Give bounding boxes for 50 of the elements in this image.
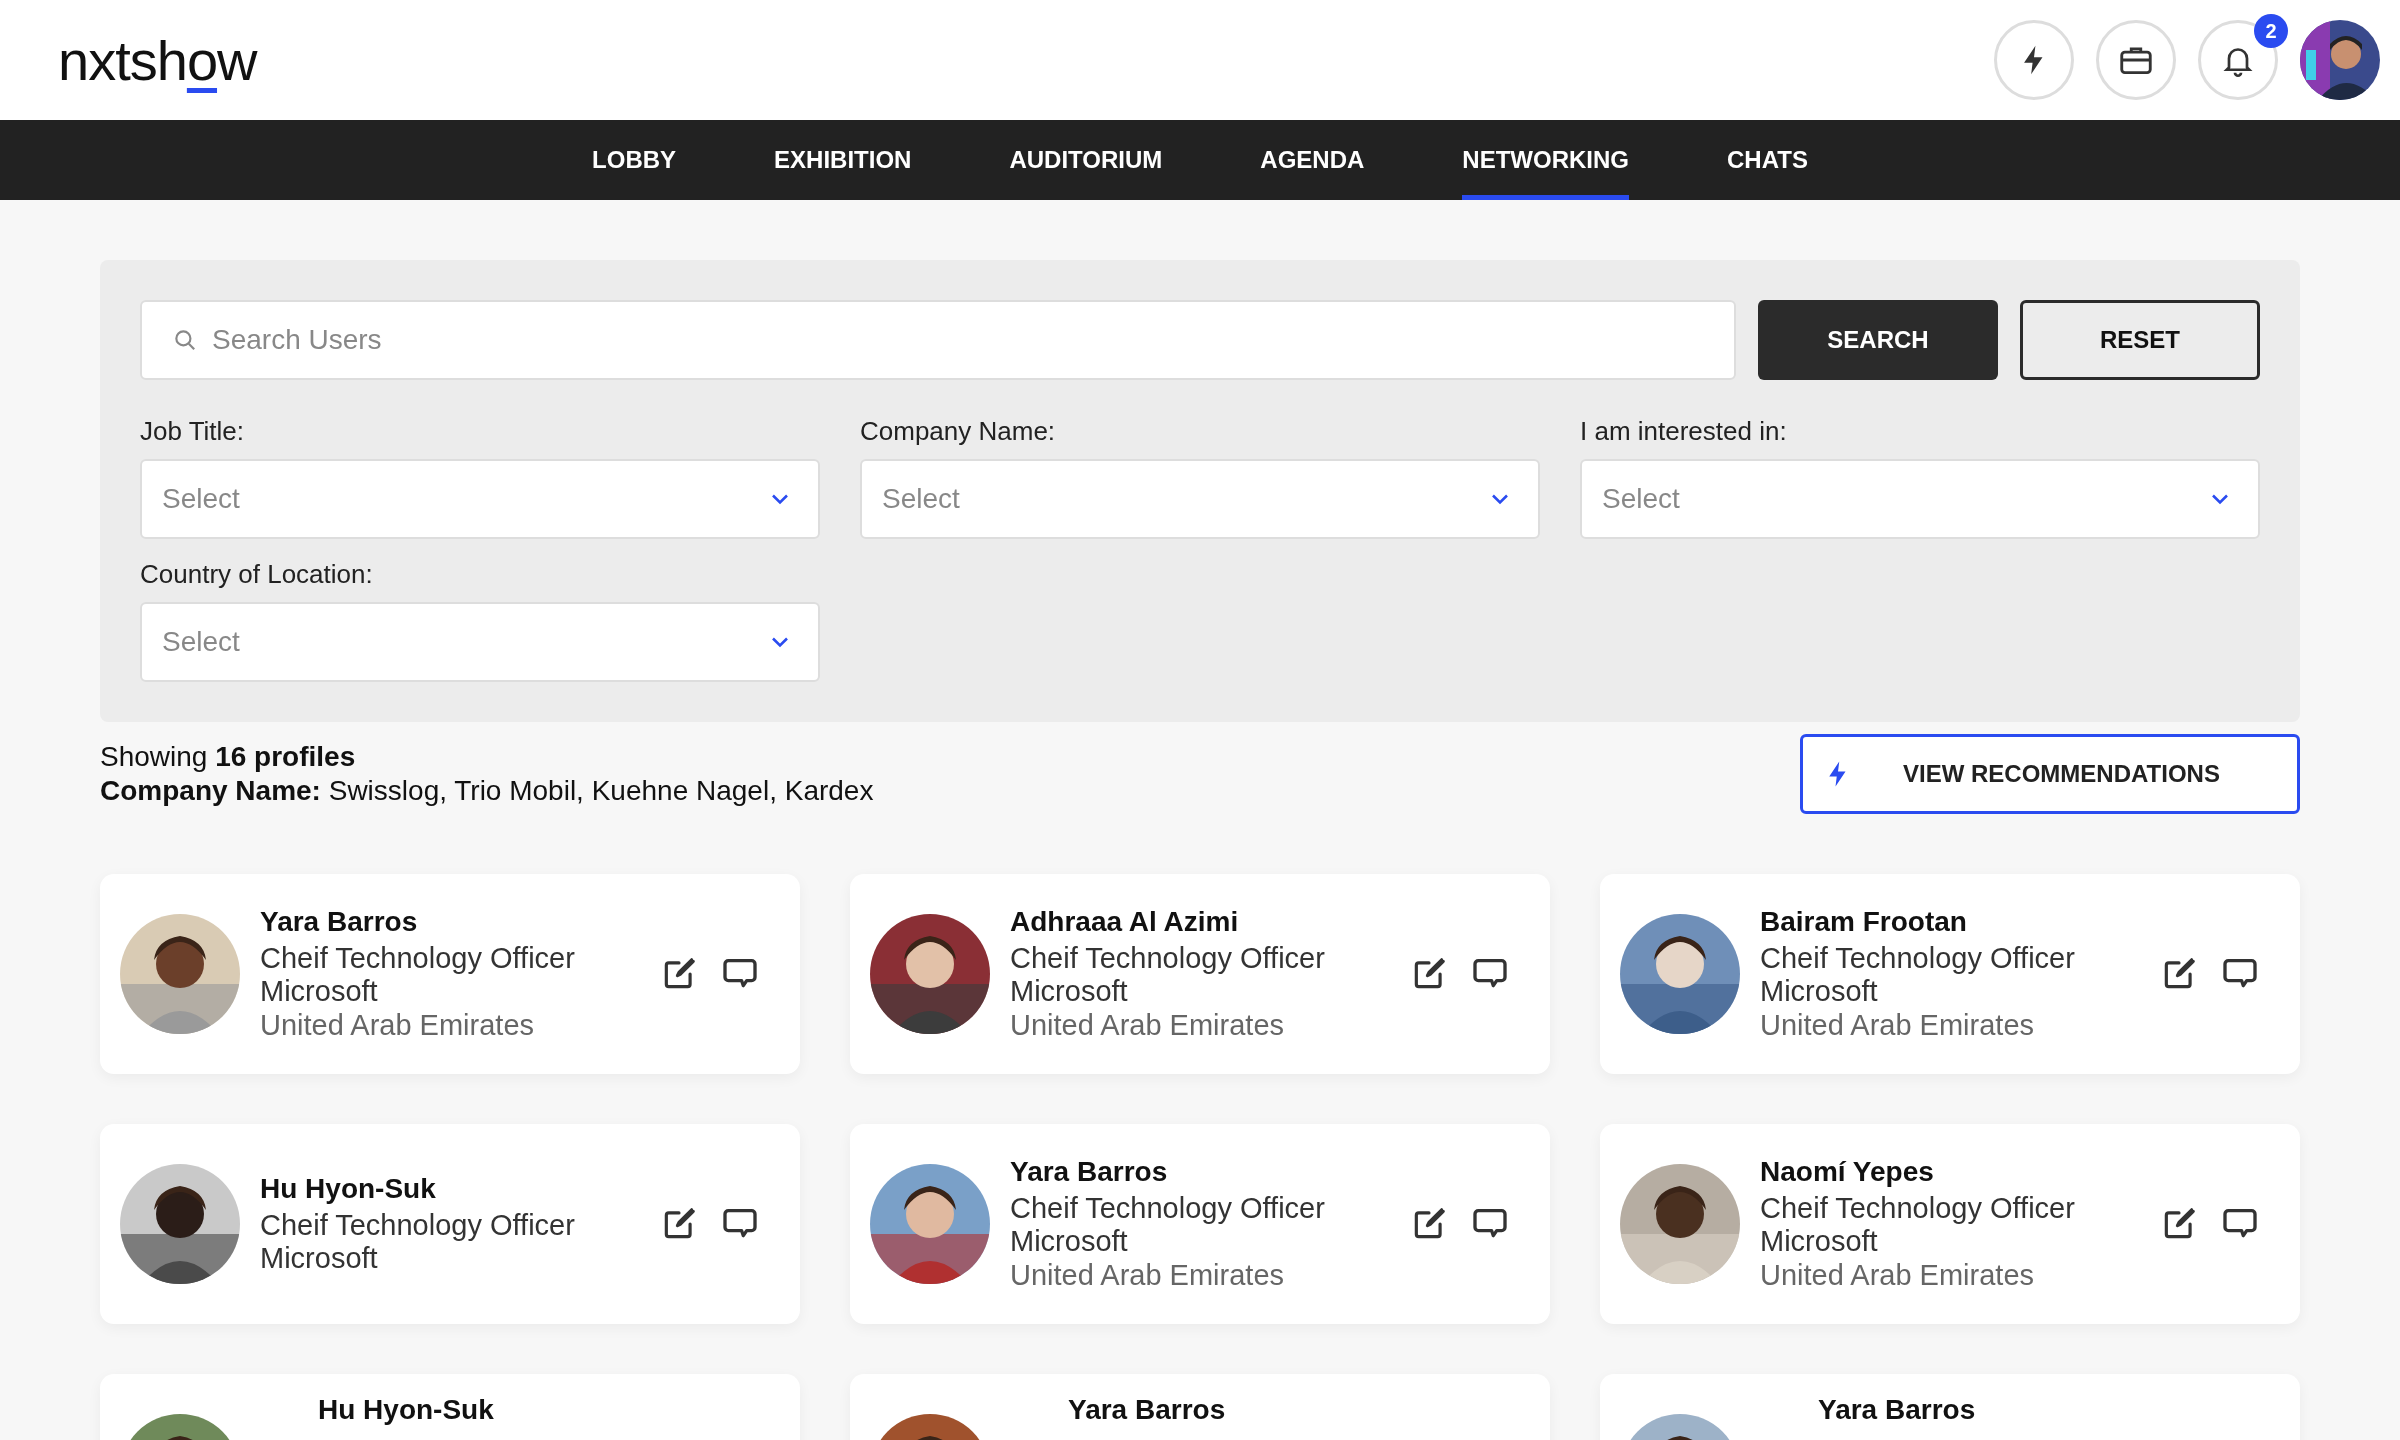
select-dropdown[interactable]: Select [140, 602, 820, 682]
profile-name[interactable]: Hu Hyon-Suk [318, 1394, 494, 1426]
company-name: Microsoft [260, 975, 378, 1009]
nav-tab[interactable]: AGENDA [1260, 120, 1365, 200]
filter-label: I am interested in: [1580, 416, 1788, 447]
location: United Arab Emirates [1760, 1008, 2034, 1042]
results-count: Showing 16 profiles [100, 741, 357, 773]
location: United Arab Emirates [260, 1008, 534, 1042]
select-dropdown[interactable]: Select [140, 459, 820, 539]
search-input[interactable]: Search Users [210, 323, 1704, 357]
location: United Arab Emirates [1010, 1258, 1284, 1292]
nav-tab[interactable]: AUDITORIUM [1009, 120, 1163, 200]
reset-button[interactable]: RESET [2020, 300, 2260, 380]
recommendations-button[interactable]: VIEW RECOMMENDATIONS [1800, 734, 2300, 814]
select-dropdown[interactable]: Select [1580, 459, 2260, 539]
nav-tab[interactable]: EXHIBITION [774, 120, 912, 200]
job-title: Cheif Technology Officer [260, 942, 575, 976]
filter-label: Job Title: [140, 416, 246, 447]
profile-name[interactable]: Yara Barros [1818, 1394, 1976, 1426]
search-icon [172, 327, 198, 353]
profile-name[interactable]: Yara Barros [1010, 1156, 1168, 1188]
location: United Arab Emirates [1010, 1008, 1284, 1042]
job-title: Cheif Technology Officer [1010, 942, 1325, 976]
select-dropdown[interactable]: Select [860, 459, 1540, 539]
job-title: Cheif Technology Officer [1010, 1192, 1325, 1226]
filter-label: Company Name: [860, 416, 1057, 447]
profile-name[interactable]: Adhraaa Al Azimi [1010, 906, 1239, 938]
company-name: Microsoft [1010, 975, 1128, 1009]
company-name: Microsoft [1760, 1225, 1878, 1259]
profile-name[interactable]: Naomí Yepes [1760, 1156, 1934, 1188]
logo[interactable]: nxtshow [58, 27, 257, 93]
nav-tab[interactable]: CHATS [1727, 120, 1808, 200]
search-button[interactable]: SEARCH [1758, 300, 1998, 380]
profile-name[interactable]: Yara Barros [1068, 1394, 1226, 1426]
company-name: Microsoft [260, 1242, 378, 1276]
company-name: Microsoft [1010, 1225, 1128, 1259]
notification-badge: 2 [2254, 14, 2288, 48]
profile-name[interactable]: Bairam Frootan [1760, 906, 1967, 938]
company-name: Microsoft [1760, 975, 1878, 1009]
job-title: Cheif Technology Officer [260, 1208, 575, 1242]
location: United Arab Emirates [1760, 1258, 2034, 1292]
job-title: Cheif Technology Officer [1760, 1192, 2075, 1226]
profile-name[interactable]: Yara Barros [260, 906, 418, 938]
filter-label: Country of Location: [140, 559, 374, 590]
job-title: Cheif Technology Officer [1760, 942, 2075, 976]
nav-tab[interactable]: NETWORKING [1462, 120, 1629, 200]
active-filter: Company Name: Swisslog, Trio Mobil, Kuehne Nagel, Kardex [100, 775, 874, 807]
nav-tab[interactable]: LOBBY [592, 120, 677, 200]
search-field[interactable]: Search Users [140, 300, 1736, 380]
profile-name[interactable]: Hu Hyon-Suk [260, 1172, 436, 1205]
